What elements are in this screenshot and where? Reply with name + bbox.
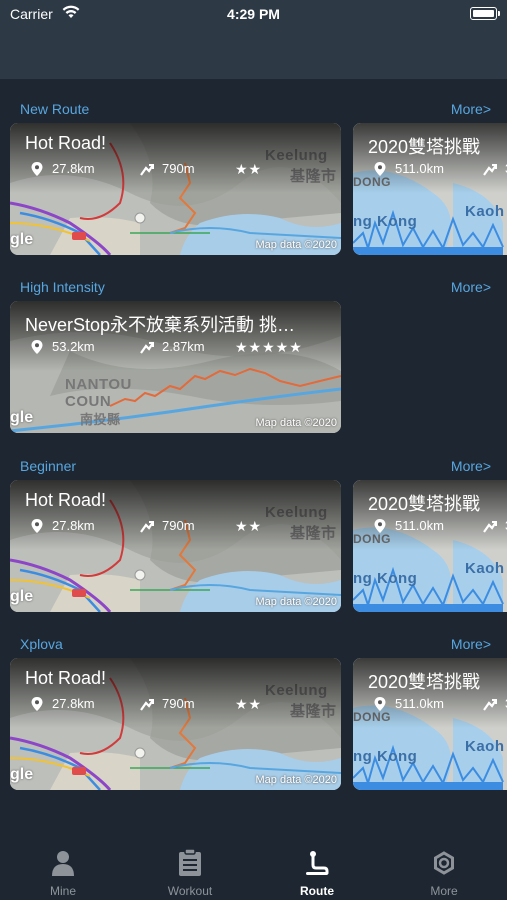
section-beginner: Beginner More> Keelung 基隆市 Hot Road!	[0, 456, 507, 616]
google-logo: gle	[10, 409, 34, 426]
distance-value: 27.8km	[52, 518, 95, 533]
route-card[interactable]: Keelung 基隆市 Hot Road! 27.8km 790m	[10, 658, 341, 790]
route-title: Hot Road!	[25, 490, 107, 510]
battery-icon	[470, 7, 500, 20]
more-link[interactable]: More>	[451, 636, 491, 652]
route-title: 2020雙塔挑戰	[368, 672, 481, 692]
map-place-label: 南投縣	[80, 412, 121, 427]
section-header: Xplova More>	[0, 634, 507, 658]
route-card[interactable]: DONG ng Kong Kaoh 2020雙塔挑戰 511.0km	[353, 123, 507, 255]
elevation-icon	[140, 521, 154, 533]
elevation-value: 790m	[162, 161, 195, 176]
clipboard-icon	[179, 849, 201, 876]
elevation-icon	[140, 342, 154, 354]
map-data-attribution: Map data ©2020	[255, 774, 338, 786]
distance-value: 511.0km	[395, 696, 444, 711]
tab-label: Route	[300, 884, 334, 898]
location-pin-icon	[374, 697, 386, 711]
gear-icon	[434, 851, 454, 875]
tab-label: More	[430, 884, 458, 898]
google-logo: gle	[10, 588, 34, 605]
elevation-value: 2.87km	[162, 339, 205, 354]
map-data-attribution: Map data ©2020	[255, 596, 338, 608]
person-icon	[52, 851, 74, 876]
tab-bar: Mine Workout Route More	[0, 834, 507, 900]
route-card-carousel[interactable]: NANTOU COUN 南投縣 NeverStop永不放棄系列活動 挑… 53.…	[10, 301, 507, 433]
section-high-intensity: High Intensity More> NANTOU COUN 南投縣 Nev…	[0, 277, 507, 437]
status-time: 4:29 PM	[227, 6, 280, 22]
google-logo: gle	[10, 231, 34, 248]
route-title: NeverStop永不放棄系列活動 挑…	[25, 315, 296, 335]
elevation-icon	[483, 164, 497, 176]
tab-label: Workout	[167, 884, 213, 898]
route-card[interactable]: DONG ng Kong Kaoh 2020雙塔挑戰 511.0km	[353, 658, 507, 790]
route-card[interactable]: Keelung 基隆市 Hot Road! 27.8km 790m	[10, 480, 341, 612]
location-pin-icon	[31, 697, 43, 711]
location-pin-icon	[374, 519, 386, 533]
route-title: Hot Road!	[25, 668, 107, 688]
section-header: Beginner More>	[0, 456, 507, 480]
map-place-label: Kaoh	[465, 560, 505, 577]
map-place-label: Kaoh	[465, 738, 505, 755]
more-link[interactable]: More>	[451, 458, 491, 474]
map-place-label: ng Kong	[353, 570, 418, 587]
route-card[interactable]: DONG ng Kong Kaoh 2020雙塔挑戰 511.0km	[353, 480, 507, 612]
navigation-bar: Carrier 4:29 PM	[0, 0, 507, 79]
route-card[interactable]: Keelung 基隆市 Hot Road! 27.8km 790m	[10, 123, 341, 255]
tab-mine[interactable]: Mine	[0, 834, 126, 900]
google-logo: gle	[10, 766, 34, 783]
elevation-icon	[483, 699, 497, 711]
route-icon	[306, 851, 329, 875]
map-place-label: ng Kong	[353, 213, 418, 230]
difficulty-stars: ★★	[235, 518, 263, 534]
tab-label: Mine	[49, 884, 76, 898]
status-bar: Carrier 4:29 PM	[0, 0, 507, 28]
location-pin-icon	[31, 162, 43, 176]
map-place-label: Kaoh	[465, 203, 505, 220]
route-card[interactable]: NANTOU COUN 南投縣 NeverStop永不放棄系列活動 挑… 53.…	[10, 301, 341, 433]
section-title: Xplova	[20, 636, 63, 652]
elevation-value: 790m	[162, 696, 195, 711]
map-data-attribution: Map data ©2020	[255, 417, 338, 429]
elevation-value: 790m	[162, 518, 195, 533]
distance-value: 27.8km	[52, 696, 95, 711]
map-data-attribution: Map data ©2020	[255, 239, 338, 251]
section-xplova: Xplova More> Keelung 基隆市 Hot Road!	[0, 634, 507, 794]
tab-route[interactable]: Route	[254, 834, 380, 900]
section-title: Beginner	[20, 458, 77, 474]
section-new-route: New Route More> Keelung 基隆市 Hot Road!	[0, 99, 507, 259]
section-title: High Intensity	[20, 279, 105, 295]
location-pin-icon	[31, 519, 43, 533]
tab-workout[interactable]: Workout	[127, 834, 253, 900]
map-place-label: NANTOU	[65, 376, 132, 393]
location-pin-icon	[31, 340, 43, 354]
route-title: Hot Road!	[25, 133, 107, 153]
route-title: 2020雙塔挑戰	[368, 137, 481, 157]
difficulty-stars: ★★★★★	[235, 339, 303, 355]
tab-more[interactable]: More	[381, 834, 507, 900]
elevation-icon	[140, 699, 154, 711]
difficulty-stars: ★★	[235, 161, 263, 177]
elevation-icon	[483, 521, 497, 533]
distance-value: 53.2km	[52, 339, 95, 354]
distance-value: 27.8km	[52, 161, 95, 176]
route-screen: Carrier 4:29 PM New Route More> Hot Road…	[0, 0, 507, 900]
more-link[interactable]: More>	[451, 101, 491, 117]
section-header: New Route More>	[0, 99, 507, 123]
more-link[interactable]: More>	[451, 279, 491, 295]
map-place-label: COUN	[65, 393, 112, 410]
difficulty-stars: ★★	[235, 696, 263, 712]
route-card-carousel[interactable]: Keelung 基隆市 Hot Road! 27.8km 790m	[10, 480, 507, 612]
route-title: 2020雙塔挑戰	[368, 494, 481, 514]
distance-value: 511.0km	[395, 518, 444, 533]
route-card-carousel[interactable]: Keelung 基隆市 Hot Road! 27.8km 790m	[10, 658, 507, 790]
distance-value: 511.0km	[395, 161, 444, 176]
location-pin-icon	[374, 162, 386, 176]
route-card-carousel[interactable]: Keelung 基隆市 Hot Road! 27.8km 790m	[10, 123, 507, 255]
elevation-icon	[140, 164, 154, 176]
section-header: High Intensity More>	[0, 277, 507, 301]
section-title: New Route	[20, 101, 90, 117]
map-place-label: ng Kong	[353, 748, 418, 765]
